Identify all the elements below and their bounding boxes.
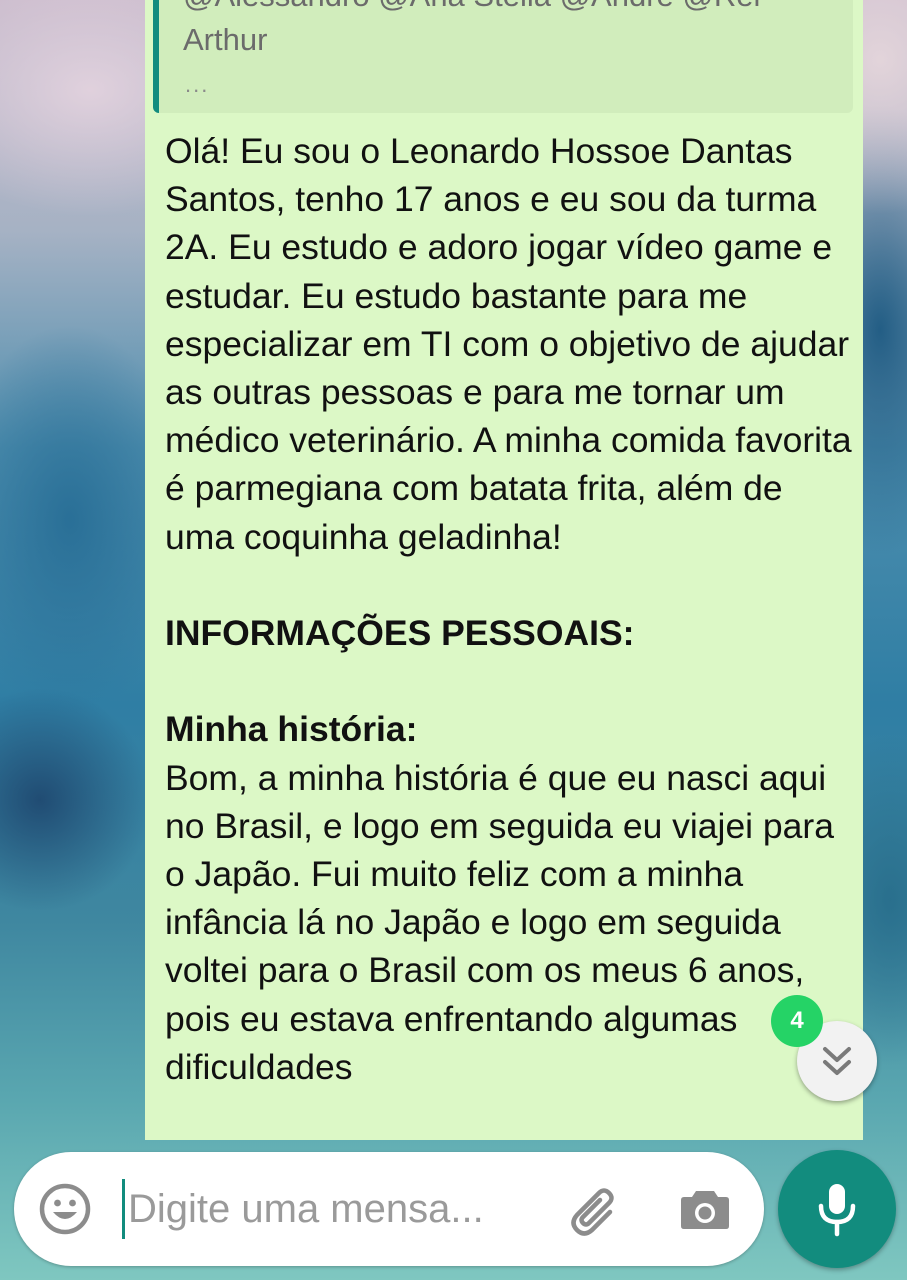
double-chevron-down-icon (823, 1047, 851, 1075)
message-paragraph-history: Bom, a minha história é que eu nasci aqu… (165, 757, 834, 1087)
emoji-button[interactable] (38, 1182, 92, 1236)
quote-accent-bar (153, 0, 159, 113)
microphone-icon (818, 1184, 856, 1237)
message-text: Olá! Eu sou o Leonardo Hossoe Dantas San… (165, 127, 855, 1091)
quoted-text-line-2: Arthur (183, 22, 268, 57)
text-cursor (122, 1179, 125, 1239)
voice-message-button[interactable] (778, 1150, 896, 1268)
attach-button[interactable] (566, 1182, 626, 1238)
quoted-message[interactable]: @Alessandro @Ana Stella @André @Rei Arth… (153, 0, 853, 113)
paperclip-icon (571, 1188, 614, 1236)
message-input[interactable] (128, 1174, 528, 1244)
unread-count-badge: 4 (771, 995, 823, 1047)
quoted-text-line-1: @Alessandro @Ana Stella @André @Rei (183, 0, 760, 14)
message-subheading-history: Minha história: (165, 709, 418, 750)
camera-button[interactable] (678, 1182, 732, 1236)
quoted-text-ellipsis: ... (185, 72, 210, 97)
message-compose-bar (14, 1152, 764, 1266)
message-heading-personal-info: INFORMAÇÕES PESSOAIS: (165, 613, 635, 654)
emoji-icon (39, 1183, 91, 1235)
message-paragraph-intro: Olá! Eu sou o Leonardo Hossoe Dantas San… (165, 131, 852, 557)
camera-icon (681, 1191, 729, 1229)
message-bubble[interactable]: @Alessandro @Ana Stella @André @Rei Arth… (145, 0, 863, 1140)
